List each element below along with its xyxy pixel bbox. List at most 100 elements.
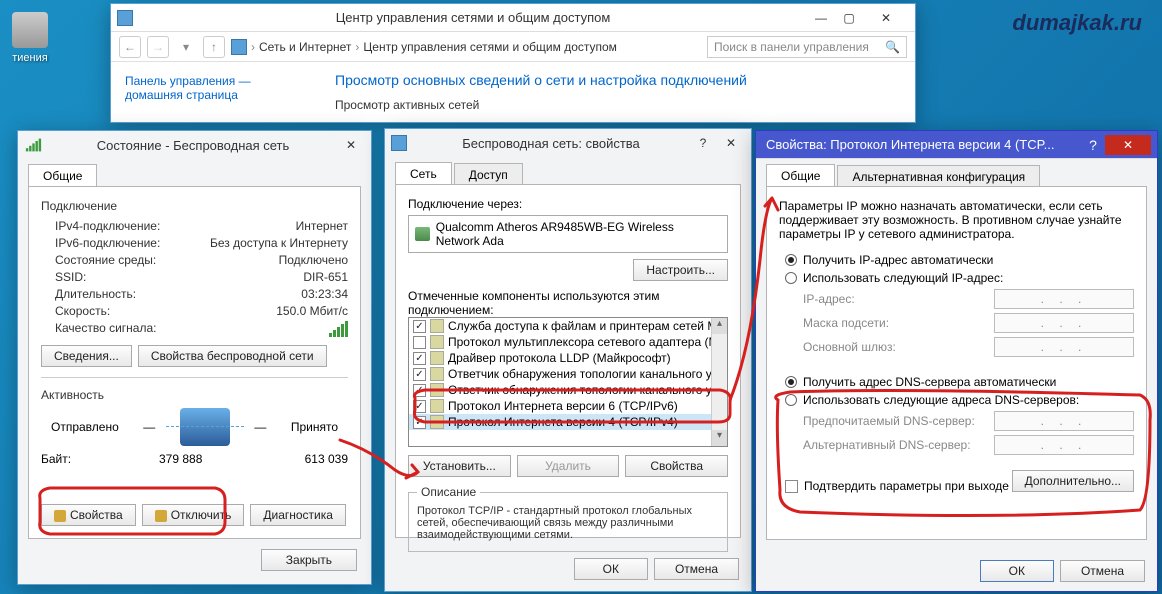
properties-label: Свойства xyxy=(70,508,123,522)
checkbox[interactable]: ✓ xyxy=(413,368,426,381)
subnet-mask-input[interactable]: . . . xyxy=(994,313,1134,333)
alternate-dns-input[interactable]: . . . xyxy=(994,435,1134,455)
list-item[interactable]: ✓Служба доступа к файлам и принтерам сет… xyxy=(409,318,727,334)
checkbox[interactable]: ✓ xyxy=(413,384,426,397)
desktop-shortcut[interactable]: ти⁣ения xyxy=(4,12,56,64)
advanced-button[interactable]: Дополнительно... xyxy=(1012,470,1134,492)
list-item[interactable]: ✓Протокол Интернета версии 6 (TCP/IPv6) xyxy=(409,398,727,414)
close-window-button[interactable]: Закрыть xyxy=(261,549,357,571)
component-list[interactable]: ✓Служба доступа к файлам и принтерам сет… xyxy=(408,317,728,447)
window-title: Беспроводная сеть: свойства xyxy=(413,136,689,151)
search-input[interactable]: Поиск в панели управления 🔍 xyxy=(707,36,907,58)
label-received: Принято xyxy=(291,420,338,434)
help-button[interactable]: ? xyxy=(1081,134,1105,156)
value-speed: 150.0 Мбит/с xyxy=(276,304,348,318)
radio-auto-dns[interactable]: Получить адрес DNS-сервера автоматически xyxy=(785,375,1134,389)
tab-network[interactable]: Сеть xyxy=(395,162,452,185)
radio-auto-ip[interactable]: Получить IP-адрес автоматически xyxy=(785,253,1134,267)
tab-sharing[interactable]: Доступ xyxy=(454,163,523,186)
checkbox[interactable]: ✓ xyxy=(413,400,426,413)
tab-general[interactable]: Общие xyxy=(28,164,97,187)
preferred-dns-input[interactable]: . . . xyxy=(994,411,1134,431)
label-ssid: SSID: xyxy=(55,270,86,284)
list-item[interactable]: ✓ Ответчик обнаружения топологии канально… xyxy=(409,382,727,398)
toolbar: ← → ▾ ↑ › Сеть и Интернет › Центр управл… xyxy=(111,32,915,62)
label-dns1: Предпочитаемый DNS-сервер: xyxy=(803,414,975,428)
scroll-up[interactable]: ▴ xyxy=(712,318,727,334)
radio-icon xyxy=(785,254,797,266)
maximize-button[interactable]: ▢ xyxy=(835,8,863,28)
back-button[interactable]: ← xyxy=(119,36,141,58)
gateway-input[interactable]: . . . xyxy=(994,337,1134,357)
install-button[interactable]: Установить... xyxy=(408,455,511,477)
titlebar[interactable]: Беспроводная сеть: свойства ? ✕ xyxy=(385,129,751,157)
window-title: Состояние - Беспроводная сеть xyxy=(49,138,337,153)
disable-label: Отключить xyxy=(171,508,232,522)
value-bytes-recv: 613 039 xyxy=(305,452,348,466)
details-button[interactable]: Сведения... xyxy=(41,345,132,367)
component-properties-button[interactable]: Свойства xyxy=(625,455,728,477)
value-ssid: DIR-651 xyxy=(303,270,348,284)
close-button[interactable]: ✕ xyxy=(863,8,909,28)
help-button[interactable]: ? xyxy=(689,133,717,153)
wireless-properties-button[interactable]: Свойства беспроводной сети xyxy=(138,345,327,367)
app-icon xyxy=(391,135,407,151)
checkbox[interactable]: ✓ xyxy=(413,320,426,333)
scroll-down[interactable]: ▾ xyxy=(712,430,727,446)
breadcrumb[interactable]: › Сеть и Интернет › Центр управления сет… xyxy=(231,39,701,55)
tab-general[interactable]: Общие xyxy=(766,164,835,187)
forward-button[interactable]: → xyxy=(147,36,169,58)
radio-icon xyxy=(785,394,797,406)
cancel-button[interactable]: Отмена xyxy=(1060,560,1145,582)
diagnose-button[interactable]: Диагностика xyxy=(250,504,346,526)
close-button[interactable]: ✕ xyxy=(717,133,745,153)
label-signal: Качество сигнала: xyxy=(55,321,156,337)
recent-button[interactable]: ▾ xyxy=(175,36,197,58)
close-button[interactable]: ✕ xyxy=(1105,135,1151,155)
properties-button[interactable]: Свойства xyxy=(41,504,136,526)
checkbox[interactable] xyxy=(785,480,798,493)
breadcrumb-item[interactable]: Сеть и Интернет xyxy=(259,40,351,54)
list-item-label: Протокол Интернета версии 4 (TCP/IPv4) xyxy=(448,415,678,429)
component-icon xyxy=(430,335,444,349)
window-title: Центр управления сетями и общим доступом xyxy=(139,10,807,25)
list-item-selected[interactable]: ✓ Протокол Интернета версии 4 (TCP/IPv4) xyxy=(409,414,727,430)
scrollbar[interactable]: ▴ ▾ xyxy=(711,318,727,446)
configure-button[interactable]: Настроить... xyxy=(633,259,728,281)
list-item[interactable]: ✓Ответчик обнаружения топологии канально… xyxy=(409,366,727,382)
ok-button[interactable]: ОК xyxy=(980,560,1054,582)
description-group: Описание Протокол TCP/IP - стандартный п… xyxy=(408,485,728,552)
close-button[interactable]: ✕ xyxy=(337,135,365,155)
titlebar[interactable]: Свойства: Протокол Интернета версии 4 (T… xyxy=(756,131,1157,159)
checkbox[interactable] xyxy=(413,336,426,349)
checkbox-label: Подтвердить параметры при выходе xyxy=(804,479,1009,493)
titlebar[interactable]: Центр управления сетями и общим доступом… xyxy=(111,4,915,32)
uninstall-button[interactable]: Удалить xyxy=(517,455,620,477)
titlebar[interactable]: Состояние - Беспроводная сеть ✕ xyxy=(18,131,371,159)
list-item-label: Ответчик обнаружения топологии канальног… xyxy=(448,383,727,397)
minimize-button[interactable]: — xyxy=(807,8,835,28)
description-legend: Описание xyxy=(417,485,480,499)
ip-address-input[interactable]: . . . xyxy=(994,289,1134,309)
label-bytes: Байт: xyxy=(41,452,71,466)
list-item[interactable]: ✓Драйвер протокола LLDP (Майкрософт) xyxy=(409,350,727,366)
tab-alternate[interactable]: Альтернативная конфигурация xyxy=(837,165,1040,188)
list-item[interactable]: Протокол мультиплексора сетевого адаптер… xyxy=(409,334,727,350)
disable-button[interactable]: Отключить xyxy=(142,504,245,526)
value-duration: 03:23:34 xyxy=(301,287,348,301)
label-mask: Маска подсети: xyxy=(803,316,889,330)
radio-manual-ip[interactable]: Использовать следующий IP-адрес: xyxy=(785,271,1134,285)
sidebar-link-home[interactable]: Панель управления — домашняя страница xyxy=(125,74,307,102)
breadcrumb-sep: › xyxy=(251,40,255,54)
breadcrumb-item[interactable]: Центр управления сетями и общим доступом xyxy=(363,40,617,54)
up-button[interactable]: ↑ xyxy=(203,36,225,58)
checkbox[interactable]: ✓ xyxy=(413,416,426,429)
checkbox[interactable]: ✓ xyxy=(413,352,426,365)
validate-checkbox-row[interactable]: Подтвердить параметры при выходе xyxy=(785,479,1009,493)
radio-label: Использовать следующий IP-адрес: xyxy=(803,271,1003,285)
component-icon xyxy=(430,367,444,381)
radio-manual-dns[interactable]: Использовать следующие адреса DNS-сервер… xyxy=(785,393,1134,407)
cancel-button[interactable]: Отмена xyxy=(654,558,739,580)
search-placeholder: Поиск в панели управления xyxy=(714,40,885,54)
ok-button[interactable]: ОК xyxy=(574,558,648,580)
